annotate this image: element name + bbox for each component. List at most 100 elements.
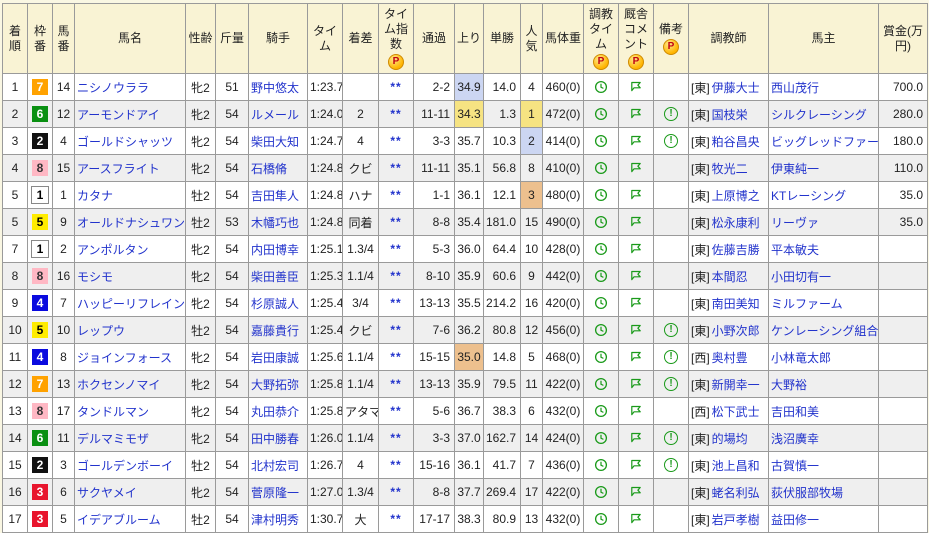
remark-info-icon[interactable]: ! xyxy=(664,458,678,472)
stable-comment-flag-icon[interactable] xyxy=(629,188,643,202)
training-time-clock-icon[interactable] xyxy=(594,350,608,364)
horse-name-link[interactable]: サクヤメイ xyxy=(77,486,137,500)
owner-link[interactable]: 大野裕 xyxy=(771,378,807,392)
stable-comment-flag-icon[interactable] xyxy=(629,431,643,445)
jockey-link[interactable]: 柴田大知 xyxy=(251,135,299,149)
horse-name-link[interactable]: タンドルマン xyxy=(77,405,149,419)
trainer-link[interactable]: 本間忍 xyxy=(712,270,748,284)
stable-comment-flag-icon[interactable] xyxy=(629,377,643,391)
training-time-clock-icon[interactable] xyxy=(594,134,608,148)
remark-info-icon[interactable]: ! xyxy=(664,134,678,148)
training-time-clock-icon[interactable] xyxy=(594,458,608,472)
owner-link[interactable]: リーヴァ xyxy=(771,216,819,230)
jockey-link[interactable]: 田中勝春 xyxy=(251,432,299,446)
horse-name-link[interactable]: ゴールドシャッツ xyxy=(77,135,173,149)
trainer-link[interactable]: 粕谷昌央 xyxy=(712,135,760,149)
horse-name-link[interactable]: アーモンドアイ xyxy=(77,108,160,122)
premium-p-icon[interactable]: P xyxy=(663,39,679,55)
owner-link[interactable]: 浅沼廣幸 xyxy=(771,432,819,446)
jockey-link[interactable]: 杉原誠人 xyxy=(251,297,299,311)
owner-link[interactable]: 吉田和美 xyxy=(771,405,819,419)
training-time-clock-icon[interactable] xyxy=(594,323,608,337)
stable-comment-flag-icon[interactable] xyxy=(629,134,643,148)
horse-name-link[interactable]: ゴールデンボーイ xyxy=(77,459,173,473)
owner-link[interactable]: シルクレーシング xyxy=(771,108,867,122)
trainer-link[interactable]: 上原博之 xyxy=(712,189,760,203)
remark-info-icon[interactable]: ! xyxy=(664,107,678,121)
jockey-link[interactable]: 大野拓弥 xyxy=(251,378,299,392)
premium-p-icon[interactable]: P xyxy=(593,54,609,70)
owner-link[interactable]: 荻伏服部牧場 xyxy=(771,486,843,500)
trainer-link[interactable]: 松下武士 xyxy=(712,405,760,419)
horse-name-link[interactable]: ジョインフォース xyxy=(77,351,172,365)
trainer-link[interactable]: 岩戸孝樹 xyxy=(712,513,760,527)
owner-link[interactable]: 西山茂行 xyxy=(771,81,819,95)
stable-comment-flag-icon[interactable] xyxy=(629,485,643,499)
training-time-clock-icon[interactable] xyxy=(594,80,608,94)
training-time-clock-icon[interactable] xyxy=(594,377,608,391)
stable-comment-flag-icon[interactable] xyxy=(629,161,643,175)
trainer-link[interactable]: 南田美知 xyxy=(712,297,760,311)
stable-comment-flag-icon[interactable] xyxy=(629,107,643,121)
stable-comment-flag-icon[interactable] xyxy=(629,269,643,283)
stable-comment-flag-icon[interactable] xyxy=(629,323,643,337)
stable-comment-flag-icon[interactable] xyxy=(629,296,643,310)
stable-comment-flag-icon[interactable] xyxy=(629,512,643,526)
training-time-clock-icon[interactable] xyxy=(594,107,608,121)
trainer-link[interactable]: 的場均 xyxy=(712,432,748,446)
jockey-link[interactable]: 内田博幸 xyxy=(251,243,299,257)
jockey-link[interactable]: 丸田恭介 xyxy=(251,405,299,419)
jockey-link[interactable]: 吉田隼人 xyxy=(251,189,299,203)
trainer-link[interactable]: 牧光二 xyxy=(712,162,748,176)
owner-link[interactable]: 小田切有一 xyxy=(771,270,831,284)
jockey-link[interactable]: 嘉藤貴行 xyxy=(251,324,299,338)
owner-link[interactable]: ミルファーム xyxy=(771,297,843,311)
horse-name-link[interactable]: オールドナシュワン xyxy=(77,216,185,230)
owner-link[interactable]: 小林竜太郎 xyxy=(771,351,831,365)
owner-link[interactable]: 古賀慎一 xyxy=(771,459,819,473)
jockey-link[interactable]: 石橋脩 xyxy=(251,162,287,176)
horse-name-link[interactable]: レップウ xyxy=(77,324,125,338)
trainer-link[interactable]: 奥村豊 xyxy=(712,351,748,365)
horse-name-link[interactable]: ハッピーリフレイン xyxy=(77,297,185,311)
horse-name-link[interactable]: デルマミモザ xyxy=(77,432,149,446)
training-time-clock-icon[interactable] xyxy=(594,269,608,283)
trainer-link[interactable]: 佐藤吉勝 xyxy=(712,243,760,257)
remark-info-icon[interactable]: ! xyxy=(664,431,678,445)
horse-name-link[interactable]: カタナ xyxy=(77,189,113,203)
owner-link[interactable]: ケンレーシング組合 xyxy=(771,324,878,338)
trainer-link[interactable]: 新開幸一 xyxy=(712,378,760,392)
training-time-clock-icon[interactable] xyxy=(594,485,608,499)
stable-comment-flag-icon[interactable] xyxy=(629,458,643,472)
trainer-link[interactable]: 国枝栄 xyxy=(712,108,748,122)
training-time-clock-icon[interactable] xyxy=(594,296,608,310)
trainer-link[interactable]: 松永康利 xyxy=(712,216,760,230)
training-time-clock-icon[interactable] xyxy=(594,242,608,256)
training-time-clock-icon[interactable] xyxy=(594,188,608,202)
jockey-link[interactable]: 木幡巧也 xyxy=(251,216,299,230)
stable-comment-flag-icon[interactable] xyxy=(629,80,643,94)
horse-name-link[interactable]: アンポルタン xyxy=(77,243,149,257)
premium-p-icon[interactable]: P xyxy=(388,54,404,70)
training-time-clock-icon[interactable] xyxy=(594,161,608,175)
owner-link[interactable]: 益田修一 xyxy=(771,513,819,527)
stable-comment-flag-icon[interactable] xyxy=(629,242,643,256)
trainer-link[interactable]: 蛯名利弘 xyxy=(712,486,760,500)
remark-info-icon[interactable]: ! xyxy=(664,377,678,391)
training-time-clock-icon[interactable] xyxy=(594,431,608,445)
jockey-link[interactable]: ルメール xyxy=(251,108,299,122)
owner-link[interactable]: KTレーシング xyxy=(771,189,846,203)
horse-name-link[interactable]: ホクセンノマイ xyxy=(77,378,160,392)
trainer-link[interactable]: 伊藤大士 xyxy=(712,81,760,95)
owner-link[interactable]: 伊東純一 xyxy=(771,162,819,176)
stable-comment-flag-icon[interactable] xyxy=(629,404,643,418)
jockey-link[interactable]: 菅原隆一 xyxy=(251,486,299,500)
jockey-link[interactable]: 柴田善臣 xyxy=(251,270,299,284)
premium-p-icon[interactable]: P xyxy=(628,54,644,70)
trainer-link[interactable]: 小野次郎 xyxy=(712,324,760,338)
remark-info-icon[interactable]: ! xyxy=(664,350,678,364)
jockey-link[interactable]: 津村明秀 xyxy=(251,513,299,527)
owner-link[interactable]: 平本敏夫 xyxy=(771,243,819,257)
remark-info-icon[interactable]: ! xyxy=(664,323,678,337)
horse-name-link[interactable]: アースフライト xyxy=(77,162,160,176)
